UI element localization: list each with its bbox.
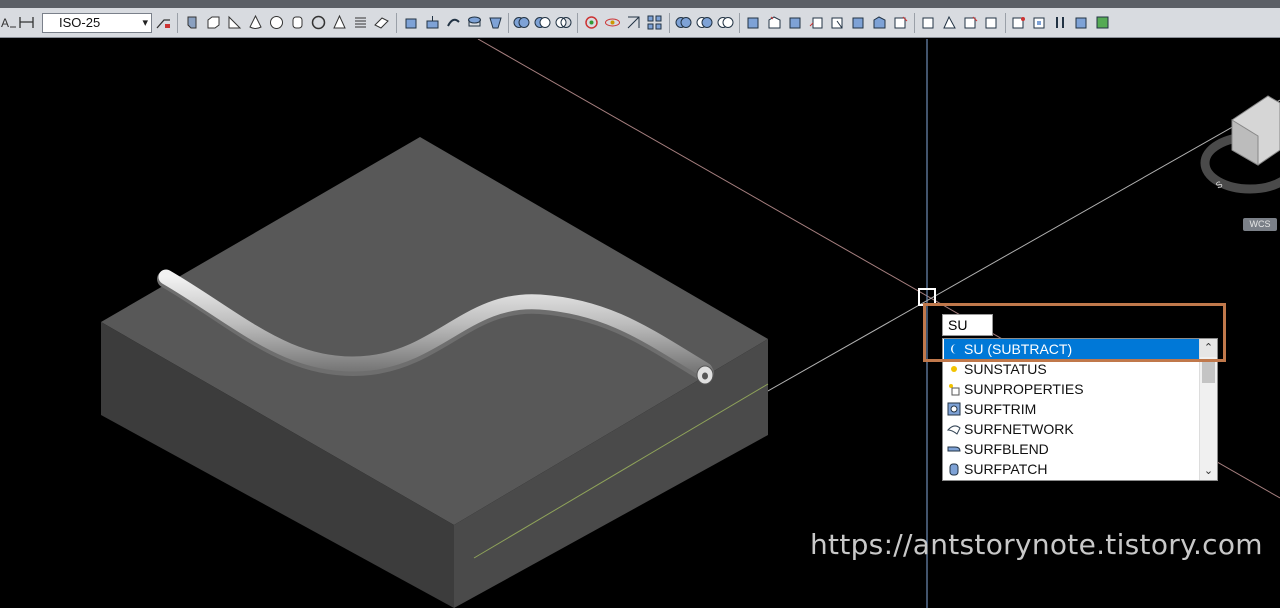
slice-icon[interactable]	[696, 14, 713, 31]
autocomplete-item-surftrim[interactable]: SURFTRIM	[944, 399, 1200, 419]
subtract-toolbar-icon[interactable]	[534, 14, 551, 31]
intersect-icon[interactable]	[555, 14, 572, 31]
surface-trim-icon	[947, 402, 961, 416]
autocomplete-item-label: SURFNETWORK	[964, 421, 1074, 437]
multileader-style-icon[interactable]	[155, 14, 172, 31]
toolbar-separator	[577, 13, 578, 33]
sun-properties-icon	[949, 384, 960, 396]
toolbar: A ISO-25 ▾	[0, 0, 1280, 38]
move-faces-icon[interactable]	[787, 14, 804, 31]
toolbar-row: A ISO-25 ▾	[0, 11, 1280, 35]
toolbar-separator	[1005, 13, 1006, 33]
pyramid-icon[interactable]	[331, 14, 348, 31]
sun-icon	[951, 366, 957, 372]
extrude-icon[interactable]	[403, 14, 420, 31]
autocomplete-item-label: SUNPROPERTIES	[964, 381, 1084, 397]
autocomplete-item-surfnetwork[interactable]: SURFNETWORK	[944, 419, 1200, 439]
loft-icon[interactable]	[487, 14, 504, 31]
autocomplete-item-label: SURFBLEND	[964, 441, 1049, 457]
dim-style-icon[interactable]	[18, 14, 35, 31]
svg-text:A: A	[1, 16, 9, 30]
surface-patch-icon	[949, 463, 959, 476]
scroll-up-button[interactable]: ⌃	[1200, 339, 1217, 357]
delete-faces-icon[interactable]	[829, 14, 846, 31]
toolbar-separator	[508, 13, 509, 33]
color-faces-icon[interactable]	[892, 14, 909, 31]
autocomplete-item-subtract[interactable]: SU (SUBTRACT)	[944, 339, 1200, 359]
union-icon[interactable]	[513, 14, 530, 31]
autocomplete-item-label: SURFTRIM	[964, 401, 1037, 417]
autocomplete-item-sunproperties[interactable]: SUNPROPERTIES	[944, 379, 1200, 399]
scroll-thumb[interactable]	[1202, 359, 1215, 383]
toolbar-top-strip	[0, 0, 1280, 8]
autocomplete-item-label: SUNSTATUS	[964, 361, 1047, 377]
viewport-canvas: S	[101, 39, 1280, 608]
3d-move-icon[interactable]	[583, 14, 600, 31]
taper-faces-icon[interactable]	[871, 14, 888, 31]
autocomplete-item-label: SU (SUBTRACT)	[964, 341, 1073, 357]
solid-edit-icon[interactable]	[1073, 14, 1090, 31]
subtract-icon	[951, 344, 956, 354]
autocomplete-list[interactable]: SU (SUBTRACT) SUNSTATUS SUNPROPERTIES SU…	[942, 338, 1218, 481]
3d-align-icon[interactable]	[625, 14, 642, 31]
autocomplete-item-label: SURFPATCH	[964, 461, 1048, 477]
thicken-icon[interactable]	[717, 14, 734, 31]
planar-surface-icon[interactable]	[373, 14, 390, 31]
autocomplete-item-surfblend[interactable]: SURFBLEND	[944, 439, 1200, 459]
rotate-faces-icon[interactable]	[850, 14, 867, 31]
model-viewport[interactable]: S WCS	[0, 39, 1280, 608]
autocomplete-item-sunstatus[interactable]: SUNSTATUS	[944, 359, 1200, 379]
cone-icon[interactable]	[247, 14, 264, 31]
toolbar-separator	[177, 13, 178, 33]
extract-edges-icon[interactable]	[745, 14, 762, 31]
toolbar-separator	[914, 13, 915, 33]
cursor-pickbox	[918, 288, 936, 306]
color-edges-icon[interactable]	[941, 14, 958, 31]
presspull-icon[interactable]	[424, 14, 441, 31]
pipe-end-hole	[702, 372, 708, 380]
chevron-down-icon: ▾	[142, 17, 148, 29]
surface-blend-icon	[947, 446, 961, 452]
dynamic-input-field[interactable]: SU	[942, 314, 993, 336]
dim-style-dropdown[interactable]: ISO-25 ▾	[42, 13, 152, 33]
autocomplete-scrollbar[interactable]: ⌃ ⌄	[1199, 339, 1217, 480]
copy-edges-icon[interactable]	[920, 14, 937, 31]
3d-array-icon[interactable]	[646, 14, 663, 31]
revolve-icon[interactable]	[466, 14, 483, 31]
shell-icon[interactable]	[1031, 14, 1048, 31]
wedge-icon[interactable]	[226, 14, 243, 31]
toolbar-separator	[739, 13, 740, 33]
separate-icon[interactable]	[1010, 14, 1027, 31]
dim-style-value: ISO-25	[59, 15, 101, 30]
toolbar-separator	[396, 13, 397, 33]
helix-icon[interactable]	[352, 14, 369, 31]
3d-rotate-icon[interactable]	[604, 14, 621, 31]
watermark: https://antstorynote.tistory.com	[810, 528, 1263, 561]
clean-icon[interactable]	[983, 14, 1000, 31]
scroll-down-button[interactable]: ⌄	[1200, 462, 1217, 480]
sweep-icon[interactable]	[445, 14, 462, 31]
toolbar-separator	[669, 13, 670, 33]
text-style-icon[interactable]: A	[0, 14, 17, 31]
check-icon[interactable]	[1052, 14, 1069, 31]
wcs-menu-button[interactable]: WCS	[1243, 218, 1277, 231]
box-icon[interactable]	[205, 14, 222, 31]
cylinder-icon[interactable]	[289, 14, 306, 31]
extrude-faces-icon[interactable]	[766, 14, 783, 31]
surface-network-icon	[947, 425, 961, 435]
convert-icon[interactable]	[1094, 14, 1111, 31]
sphere-icon[interactable]	[268, 14, 285, 31]
autocomplete-item-surfpatch[interactable]: SURFPATCH	[944, 459, 1200, 479]
imprint-icon[interactable]	[962, 14, 979, 31]
interfere-icon[interactable]	[675, 14, 692, 31]
offset-faces-icon[interactable]	[808, 14, 825, 31]
polysolid-icon[interactable]	[184, 14, 201, 31]
torus-icon[interactable]	[310, 14, 327, 31]
